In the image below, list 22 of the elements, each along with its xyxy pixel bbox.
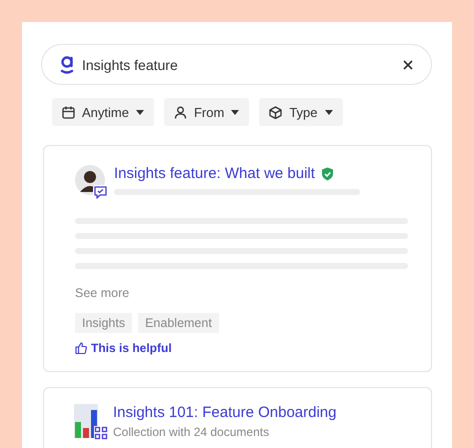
chat-check-icon [93,185,108,200]
see-more-link[interactable]: See more [75,286,130,300]
search-field[interactable]: Insights feature [41,44,432,85]
result-title[interactable]: Insights feature: What we built [114,165,315,182]
filter-button[interactable]: From [164,98,250,126]
logo-icon [60,56,74,74]
result-title[interactable]: Insights 101: Feature Onboarding [113,404,336,421]
grid-icon [94,426,108,440]
calendar-icon [62,106,75,118]
close-icon[interactable] [403,60,413,70]
helpful-button[interactable]: This is helpful [75,341,172,355]
chart-icon [74,404,98,438]
caret-icon [231,110,240,114]
person-icon [174,106,187,118]
result-subtitle: Collection with 24 documents [113,425,270,439]
caret-icon [324,110,332,114]
search-input[interactable]: Insights feature [82,56,395,72]
filter-button[interactable]: Type [259,98,342,126]
filter-button[interactable]: Anytime [52,98,154,126]
cube-icon [269,106,282,118]
caret-icon [136,110,144,114]
thumbs-up-icon [75,342,87,354]
